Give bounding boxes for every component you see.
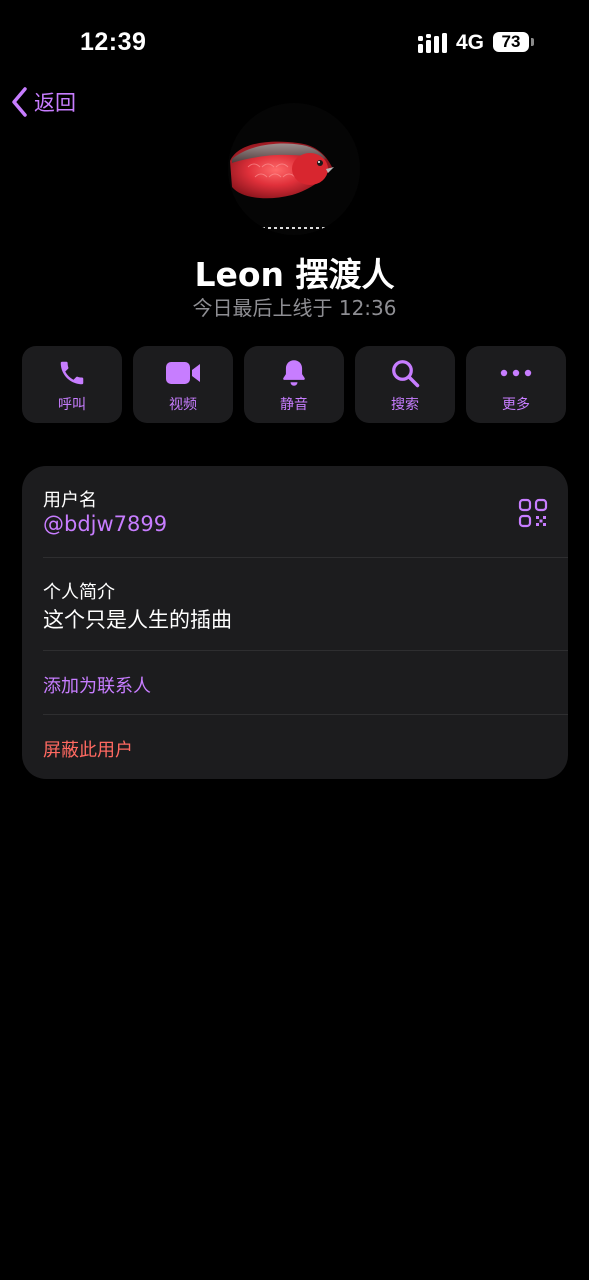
- username-label: 用户名: [43, 490, 97, 511]
- battery-tip: [531, 38, 534, 46]
- divider: [43, 650, 568, 651]
- call-label: 呼叫: [58, 397, 86, 413]
- divider: [43, 557, 568, 558]
- more-button[interactable]: 更多: [466, 346, 566, 423]
- action-buttons: 呼叫 视频 静音 搜索 更多: [22, 346, 568, 423]
- video-label: 视频: [169, 397, 197, 413]
- chevron-left-icon: [12, 87, 27, 117]
- username-value[interactable]: @bdjw7899: [43, 512, 167, 536]
- search-icon: [392, 360, 420, 388]
- call-button[interactable]: 呼叫: [22, 346, 122, 423]
- bio-value: 这个只是人生的插曲: [43, 608, 232, 632]
- qr-code-icon[interactable]: [518, 498, 548, 528]
- back-label: 返回: [34, 91, 76, 115]
- add-contact-button[interactable]: 添加为联系人: [43, 672, 151, 698]
- phone-icon: [60, 361, 84, 385]
- search-label: 搜索: [391, 397, 419, 413]
- more-icon: [500, 369, 532, 377]
- signal-strength-icon: [418, 33, 447, 53]
- profile-screen: 12:39 4G 73 返回 Leon 摆渡人 今日最后上线于 12:36 呼叫…: [0, 0, 589, 1280]
- back-button[interactable]: 返回: [10, 86, 76, 118]
- bell-icon: [283, 360, 305, 386]
- block-user-button[interactable]: 屏蔽此用户: [43, 736, 133, 762]
- network-type: 4G: [456, 31, 485, 54]
- bio-label: 个人简介: [43, 582, 115, 603]
- info-card: 用户名 @bdjw7899 个人简介 这个只是人生的插曲 添加为联系人 屏蔽此用…: [22, 466, 568, 779]
- mute-button[interactable]: 静音: [244, 346, 344, 423]
- divider: [43, 714, 568, 715]
- battery-icon: 73: [493, 32, 535, 54]
- video-icon: [166, 362, 200, 384]
- arowana-fish-avatar-image: [228, 103, 360, 235]
- mute-label: 静音: [280, 397, 308, 413]
- status-time: 12:39: [80, 28, 147, 56]
- battery-level: 73: [493, 32, 529, 52]
- last-seen-status: 今日最后上线于 12:36: [192, 296, 397, 320]
- search-button[interactable]: 搜索: [355, 346, 455, 423]
- profile-name: Leon 摆渡人: [194, 255, 395, 294]
- avatar[interactable]: [228, 103, 360, 235]
- video-button[interactable]: 视频: [133, 346, 233, 423]
- more-label: 更多: [502, 397, 530, 413]
- status-bar: 12:39 4G 73: [0, 0, 589, 86]
